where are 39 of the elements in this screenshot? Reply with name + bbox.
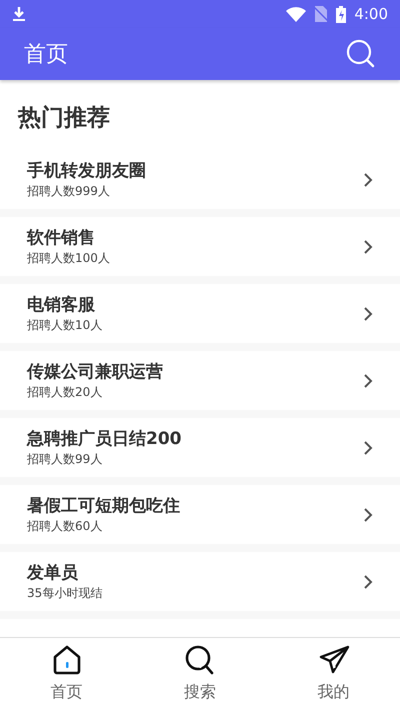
- chevron-right-icon: [363, 240, 373, 254]
- job-title: 软件销售: [27, 226, 95, 248]
- job-list-item[interactable]: 暑假工可短期包吃住 招聘人数60人: [0, 485, 400, 544]
- job-title: 急聘推广员日结200: [27, 428, 182, 450]
- nav-tab[interactable]: 首页: [0, 638, 133, 711]
- job-subtitle: 招聘人数10人: [27, 316, 102, 334]
- search-icon[interactable]: [346, 39, 376, 69]
- job-list-item[interactable]: 电销客服 招聘人数10人: [0, 284, 400, 343]
- job-title: 电销客服: [27, 294, 95, 316]
- job-subtitle: 招聘人数20人: [27, 384, 102, 400]
- chevron-right-icon: [363, 374, 373, 388]
- nav-tab[interactable]: 我的: [267, 638, 400, 711]
- status-time: 4:00: [354, 4, 388, 25]
- job-subtitle: 招聘人数999人: [27, 182, 110, 200]
- section-title: 热门推荐: [18, 104, 110, 133]
- job-list-item[interactable]: 手机转发朋友圈 招聘人数999人: [0, 150, 400, 209]
- download-icon: [12, 6, 26, 22]
- job-list-item[interactable]: 发单员 35每小时现结: [0, 552, 400, 611]
- job-title: 手机转发朋友圈: [27, 160, 146, 182]
- job-subtitle: 招聘人数99人: [27, 450, 102, 468]
- no-sim-icon: [314, 6, 328, 22]
- chevron-right-icon: [363, 306, 373, 320]
- job-subtitle: 招聘人数60人: [27, 518, 102, 534]
- job-list-item[interactable]: 软件销售 招聘人数100人: [0, 217, 400, 276]
- chevron-right-icon: [363, 508, 373, 522]
- job-list-item[interactable]: 传媒公司兼职运营 招聘人数20人: [0, 351, 400, 410]
- chevron-right-icon: [363, 440, 373, 454]
- job-subtitle: 招聘人数100人: [27, 250, 110, 266]
- job-title: 发单员: [27, 562, 78, 584]
- chevron-right-icon: [363, 172, 373, 186]
- job-title: 传媒公司兼职运营: [27, 360, 163, 382]
- page-title: 首页: [24, 40, 68, 68]
- job-title: 暑假工可短期包吃住: [27, 494, 180, 516]
- nav-tab[interactable]: 搜索: [134, 638, 266, 711]
- wifi-icon: [286, 6, 306, 22]
- battery-charging-icon: [336, 6, 346, 22]
- job-list-item[interactable]: 急聘推广员日结200 招聘人数99人: [0, 418, 400, 477]
- chevron-right-icon: [363, 574, 373, 588]
- job-subtitle: 35每小时现结: [27, 584, 102, 602]
